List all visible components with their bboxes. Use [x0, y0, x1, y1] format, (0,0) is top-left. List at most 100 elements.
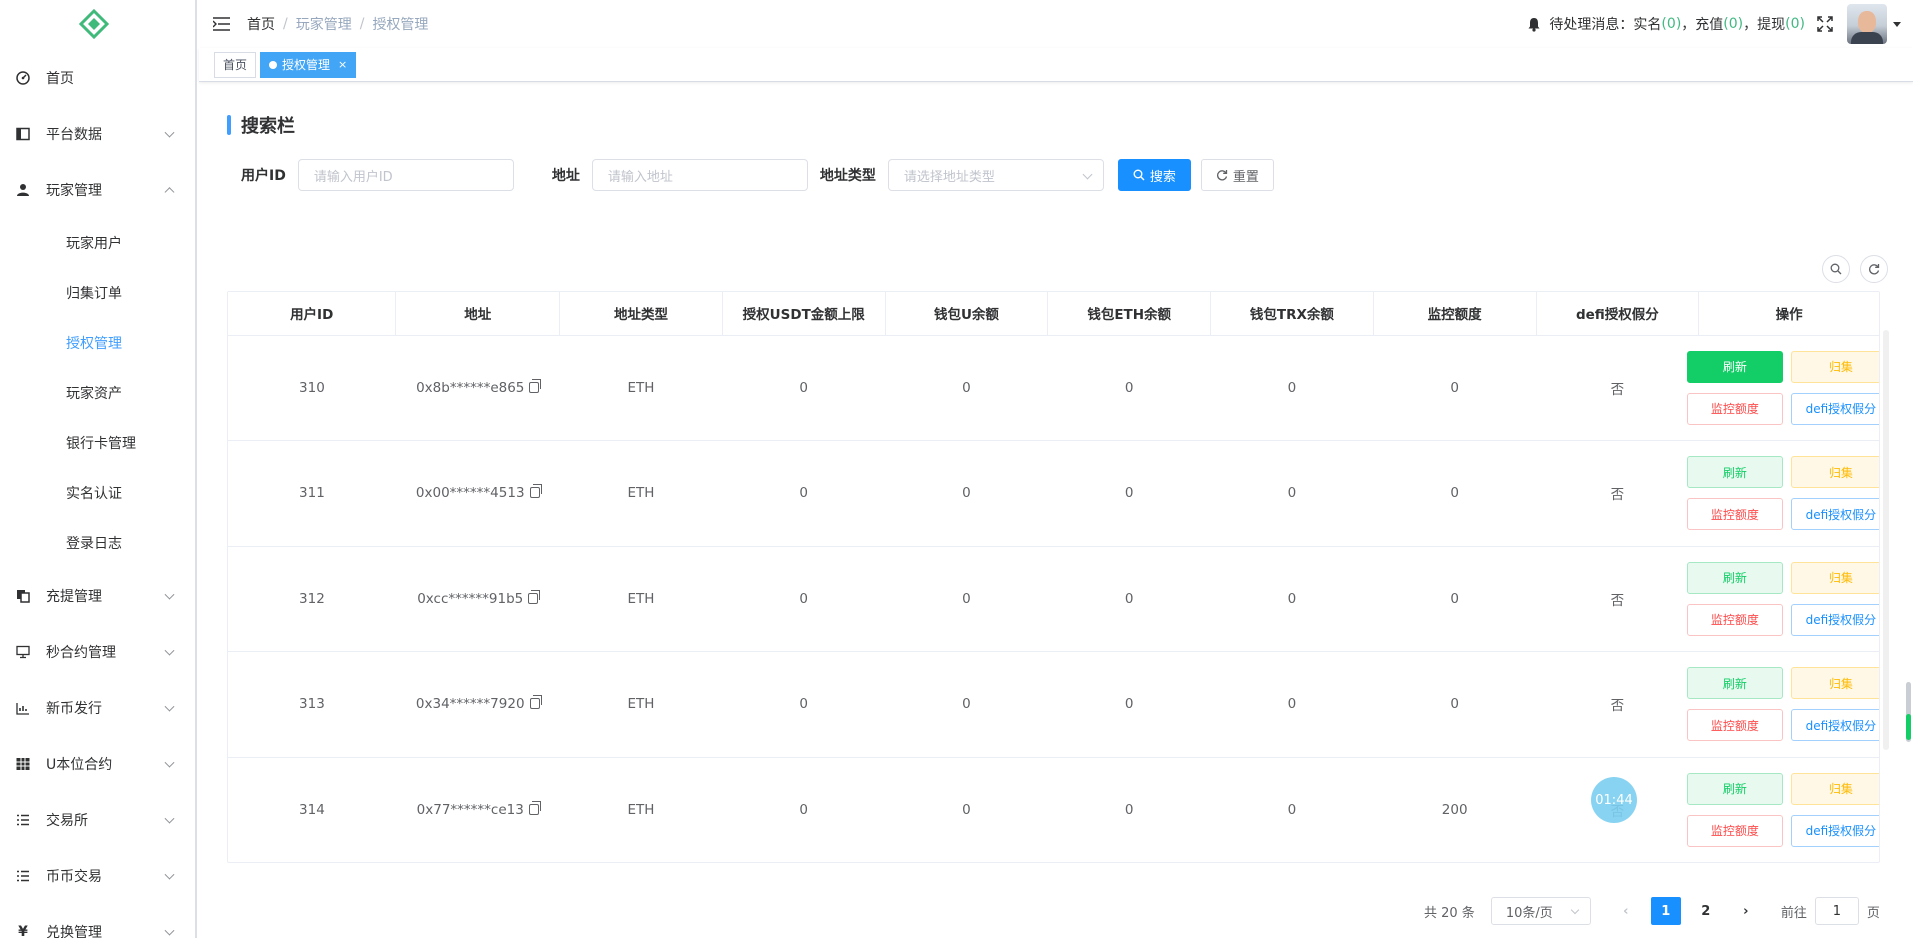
address-type-select[interactable]: 请选择地址类型 [887, 159, 1104, 191]
collect-button[interactable]: 归集 [1790, 667, 1879, 700]
user-id-label: 用户ID [241, 168, 286, 184]
refresh-button[interactable]: 刷新 [1686, 350, 1783, 383]
cell-u-balance: 0 [885, 335, 1048, 441]
hamburger-icon[interactable] [212, 17, 231, 31]
cell-address: 0x00******4513 [395, 440, 560, 547]
cell-value: 0 [1287, 801, 1297, 818]
tag-home[interactable]: 首页 [214, 51, 257, 78]
cell-type: ETH [559, 546, 723, 652]
pending-notice[interactable]: 待处理消息： 实名 (0) ， 充值 (0) ， 提现 (0) [1527, 14, 1805, 34]
page-button-2[interactable]: 2 [1691, 897, 1721, 925]
menu-item-home[interactable]: 首页 [0, 50, 195, 106]
search-icon [1133, 169, 1145, 181]
defi-fake-score-button[interactable]: defi授权假分 [1790, 814, 1879, 847]
copy-icon[interactable] [528, 589, 541, 604]
refresh-button[interactable]: 刷新 [1686, 667, 1783, 700]
collect-button[interactable]: 归集 [1790, 772, 1879, 805]
list-icon [16, 813, 30, 827]
copy-icon[interactable] [529, 484, 542, 499]
defi-fake-score-button[interactable]: defi授权假分 [1790, 392, 1879, 425]
table-icon [16, 757, 30, 771]
submenu-item-authorization[interactable]: 授权管理 [0, 318, 195, 368]
prev-page-button[interactable]: ‹ [1611, 897, 1641, 925]
address-type-placeholder: 请选择地址类型 [903, 169, 995, 185]
cell-value: 0 [962, 485, 971, 502]
defi-fake-score-button[interactable]: defi授权假分 [1790, 498, 1879, 531]
logo-icon [78, 9, 109, 39]
search-button[interactable]: 搜索 [1117, 159, 1191, 191]
notice-realname-count: 0 [1666, 16, 1676, 32]
fullscreen-icon[interactable] [1817, 16, 1833, 32]
reset-button[interactable]: 重置 [1200, 159, 1274, 191]
toggle-search-button[interactable] [1822, 255, 1850, 283]
chevron-down-icon [1082, 169, 1093, 180]
title-accent-bar [227, 115, 231, 135]
tag-authorization[interactable]: 授权管理 × [260, 51, 357, 78]
cell-address: 0x34******7920 [395, 651, 560, 758]
page-button-1[interactable]: 1 [1650, 897, 1681, 925]
bell-icon [1527, 17, 1541, 32]
tag-label: 首页 [223, 57, 248, 72]
defi-fake-score-button[interactable]: defi授权假分 [1790, 709, 1879, 742]
refresh-button[interactable]: 刷新 [1686, 456, 1783, 489]
monitor-icon [16, 645, 30, 659]
breadcrumb-home[interactable]: 首页 [247, 14, 275, 34]
menu-item-swap[interactable]: ¥ 兑换管理 [0, 904, 195, 938]
header-right: 待处理消息： 实名 (0) ， 充值 (0) ， 提现 (0) [1527, 0, 1901, 48]
monitor-limit-button[interactable]: 监控额度 [1686, 392, 1783, 425]
collect-button[interactable]: 归集 [1790, 350, 1879, 383]
menu-item-platform-data[interactable]: 平台数据 [0, 106, 195, 162]
chevron-down-icon [164, 589, 175, 600]
copy-icon[interactable] [529, 378, 542, 393]
submenu-item-login-logs[interactable]: 登录日志 [0, 518, 195, 568]
cell-trx-balance: 0 [1210, 757, 1374, 862]
cell-defi: 否 [1536, 651, 1699, 758]
monitor-limit-button[interactable]: 监控额度 [1686, 814, 1783, 847]
goto-page-input[interactable]: 1 [1814, 897, 1859, 925]
menu-item-label: 币币交易 [46, 869, 102, 885]
menu-item-second-contract[interactable]: 秒合约管理 [0, 624, 195, 680]
cell-defi: 否 [1536, 546, 1699, 652]
monitor-limit-button[interactable]: 监控额度 [1686, 709, 1783, 742]
submenu-item-collect-orders[interactable]: 归集订单 [0, 268, 195, 318]
next-page-button[interactable]: › [1731, 897, 1761, 925]
cell-value: 0 [1124, 696, 1134, 713]
page-size-select[interactable]: 10条/页 [1490, 897, 1591, 925]
column-header: defi授权假分 [1536, 292, 1700, 336]
user-id-input[interactable]: 请输入用户ID [297, 159, 514, 191]
cell-value: 0 [1124, 590, 1134, 607]
avatar[interactable] [1847, 4, 1887, 44]
timer-badge[interactable]: 01:44 [1591, 777, 1637, 823]
cell-value: 314 [299, 801, 325, 818]
submenu-item-bank-cards[interactable]: 银行卡管理 [0, 418, 195, 468]
collect-button[interactable]: 归集 [1790, 456, 1879, 489]
close-icon[interactable]: × [338, 53, 347, 77]
copy-icon[interactable] [529, 695, 542, 710]
copy-icon[interactable] [528, 800, 541, 815]
book-icon [16, 127, 30, 141]
collect-button[interactable]: 归集 [1790, 561, 1879, 594]
menu-item-player-management[interactable]: 玩家管理 [0, 162, 195, 218]
breadcrumb-authorization: 授权管理 [372, 17, 429, 33]
defi-fake-score-button[interactable]: defi授权假分 [1790, 603, 1879, 636]
submenu-item-realname[interactable]: 实名认证 [0, 468, 195, 518]
goto-page-value: 1 [1832, 903, 1841, 919]
refresh-button[interactable]: 刷新 [1686, 772, 1783, 805]
address-input[interactable]: 请输入地址 [591, 159, 808, 191]
cell-value: 0 [799, 590, 809, 607]
submenu-item-player-users[interactable]: 玩家用户 [0, 218, 195, 268]
table-scrollbar[interactable] [1883, 330, 1889, 750]
menu-item-new-coin[interactable]: 新币发行 [0, 680, 195, 736]
submenu-item-player-assets[interactable]: 玩家资产 [0, 368, 195, 418]
menu-item-u-contract[interactable]: U本位合约 [0, 736, 195, 792]
menu-item-deposit-withdraw[interactable]: 充提管理 [0, 568, 195, 624]
menu-item-exchange[interactable]: 交易所 [0, 792, 195, 848]
caret-down-icon[interactable] [1893, 21, 1901, 27]
refresh-button[interactable]: 刷新 [1686, 561, 1783, 594]
refresh-table-button[interactable] [1860, 255, 1888, 283]
tag-label: 授权管理 [282, 57, 331, 72]
monitor-limit-button[interactable]: 监控额度 [1686, 498, 1783, 531]
logo[interactable] [0, 0, 195, 48]
menu-item-coin-trading[interactable]: 币币交易 [0, 848, 195, 904]
monitor-limit-button[interactable]: 监控额度 [1686, 603, 1783, 636]
